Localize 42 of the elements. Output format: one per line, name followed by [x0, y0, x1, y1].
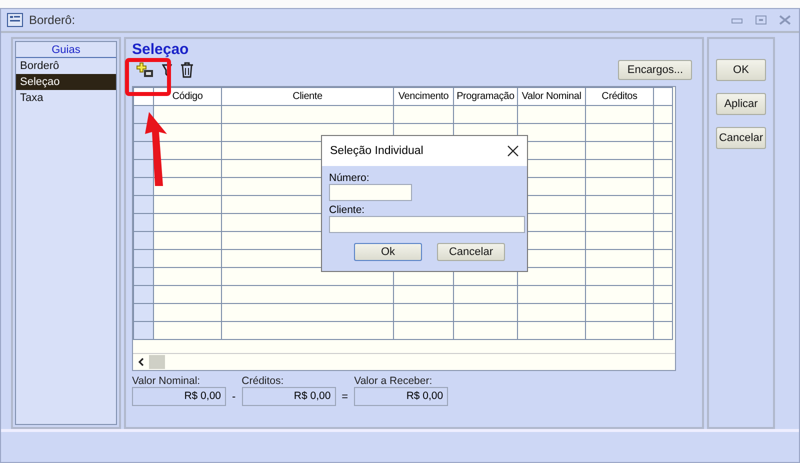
- side-button[interactable]: OK: [716, 59, 766, 81]
- input-field[interactable]: [329, 216, 525, 233]
- arrow-icon: [145, 110, 169, 188]
- field-label: Número:: [329, 172, 370, 184]
- operator-sign: -: [232, 391, 236, 405]
- horizontal-scrollbar[interactable]: [133, 353, 675, 370]
- sidebar-item[interactable]: Taxa: [16, 90, 116, 106]
- filter-icon[interactable]: [162, 63, 172, 77]
- window-icon: [7, 13, 23, 27]
- total-field: R$ 0,00: [132, 387, 226, 406]
- scroll-left-icon[interactable]: [138, 358, 144, 366]
- side-button[interactable]: Aplicar: [716, 93, 766, 115]
- section-title: Seleçao: [132, 40, 190, 58]
- side-button[interactable]: Cancelar: [716, 127, 766, 149]
- window-title: Borderô:: [29, 13, 76, 27]
- dialog-button[interactable]: Ok: [354, 243, 422, 261]
- dialog-title: Seleção Individual: [330, 145, 424, 157]
- sidebar-item[interactable]: Borderô: [16, 58, 116, 74]
- close-icon[interactable]: [507, 145, 519, 157]
- total-field: R$ 0,00: [354, 387, 448, 406]
- maximize-icon[interactable]: [755, 15, 767, 25]
- operator-sign: =: [342, 391, 348, 405]
- sidebar-item[interactable]: Seleçao: [16, 74, 116, 90]
- highlight-box: [125, 58, 171, 96]
- total-label: Valor a Receber:: [354, 375, 434, 387]
- column-header[interactable]: Programação: [454, 88, 518, 106]
- encargos-button[interactable]: Encargos...: [618, 60, 692, 80]
- column-header[interactable]: Valor Nominal: [518, 88, 586, 106]
- total-label: Valor Nominal:: [132, 375, 202, 387]
- input-field[interactable]: [329, 184, 412, 201]
- scrollbar-thumb[interactable]: [149, 355, 165, 369]
- trash-icon[interactable]: [180, 62, 194, 78]
- field-label: Cliente:: [329, 204, 366, 216]
- column-header[interactable]: Créditos: [586, 88, 654, 106]
- list-header: Guias: [16, 42, 116, 58]
- total-field: R$ 0,00: [242, 387, 336, 406]
- dialog-button[interactable]: Cancelar: [437, 243, 505, 261]
- total-label: Créditos:: [242, 375, 285, 387]
- add-row-icon[interactable]: [136, 62, 154, 78]
- column-header[interactable]: Vencimento: [394, 88, 454, 106]
- column-header[interactable]: Código: [154, 88, 222, 106]
- column-header[interactable]: Cliente: [222, 88, 394, 106]
